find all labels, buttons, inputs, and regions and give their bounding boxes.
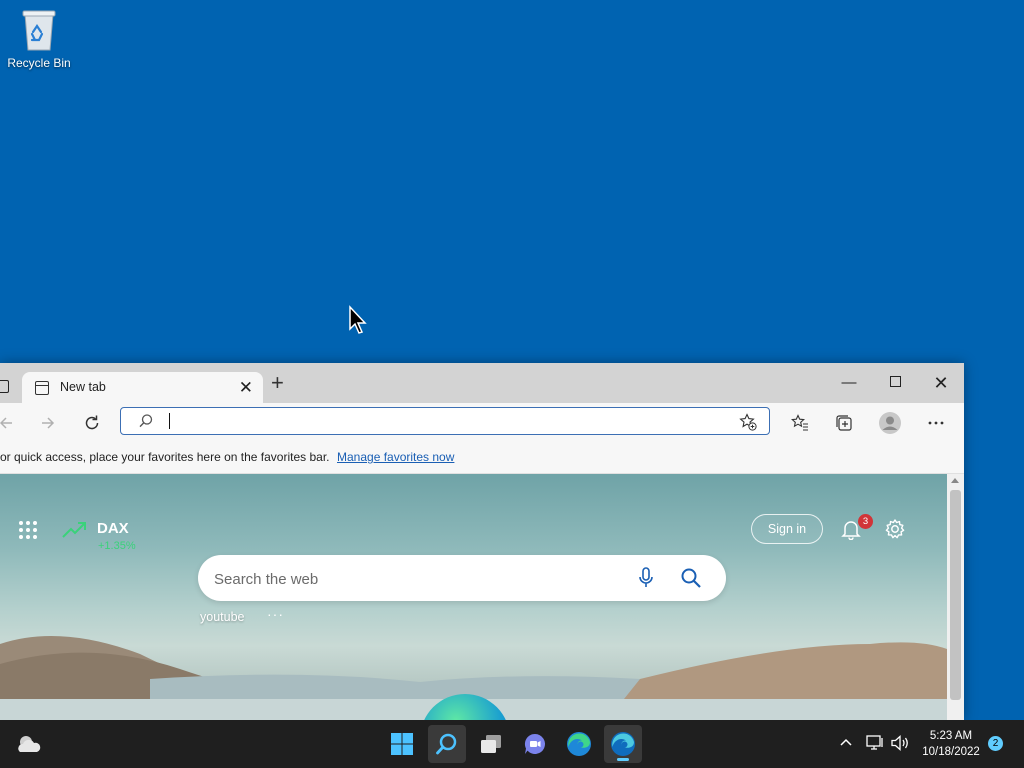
back-button[interactable] <box>0 409 20 437</box>
speaker-icon <box>891 735 908 751</box>
running-indicator <box>617 758 629 761</box>
desktop-icon-label: Recycle Bin <box>7 56 71 70</box>
refresh-icon <box>85 415 99 430</box>
sign-in-button[interactable]: Sign in <box>751 514 823 544</box>
back-arrow-icon <box>0 417 12 429</box>
clock-time: 5:23 AM <box>929 730 973 742</box>
notification-center-badge[interactable]: 2 <box>988 736 1003 751</box>
favorites-bar: or quick access, place your favorites he… <box>0 443 964 474</box>
teams-chat-button[interactable] <box>516 725 554 763</box>
close-window-button[interactable]: ✕ <box>921 371 961 395</box>
show-hidden-icons-button[interactable] <box>838 734 854 755</box>
edge-taskbar-button[interactable] <box>560 725 598 763</box>
forward-arrow-icon <box>42 417 55 429</box>
collections-button[interactable] <box>830 409 858 437</box>
tab-title: New tab <box>60 380 106 394</box>
maximize-button[interactable] <box>875 371 915 395</box>
tab-new-tab[interactable]: New tab ✕ <box>22 372 263 403</box>
refresh-button[interactable] <box>78 409 106 437</box>
edge-dev-icon <box>611 732 635 756</box>
search-icon <box>436 733 457 755</box>
gear-icon <box>885 519 905 539</box>
add-favorite-icon[interactable] <box>739 413 757 431</box>
new-tab-page: DAX +1.35% Sign in 3 youtube ··· <box>0 474 947 720</box>
search-icon <box>139 414 153 428</box>
avatar-icon <box>879 412 901 434</box>
clock-date: 10/18/2022 <box>922 746 980 758</box>
page-scrollbar[interactable] <box>947 474 964 720</box>
weather-cloud-icon <box>18 736 41 752</box>
mouse-cursor-icon <box>349 305 367 334</box>
taskbar-search-button[interactable] <box>428 725 466 763</box>
edge-dev-taskbar-button[interactable] <box>604 725 642 763</box>
app-grid-icon <box>19 521 37 539</box>
search-submit-icon[interactable] <box>680 567 702 589</box>
taskbar: 5:23 AM 10/18/2022 2 <box>0 720 1024 768</box>
favorites-star-icon <box>791 414 808 431</box>
address-bar[interactable] <box>120 407 770 435</box>
task-view-icon <box>481 735 501 753</box>
ticker-name: DAX <box>97 520 129 537</box>
maximize-icon <box>889 376 901 387</box>
quick-links-more-button[interactable]: ··· <box>267 606 284 622</box>
web-search-box <box>198 555 726 601</box>
notifications-button[interactable]: 3 <box>840 514 873 545</box>
page-icon <box>35 381 49 395</box>
tab-actions-icon[interactable] <box>0 380 9 393</box>
favorites-button[interactable] <box>786 409 814 437</box>
desktop-icon-recycle-bin[interactable]: Recycle Bin <box>6 8 72 70</box>
scrollbar-thumb[interactable] <box>950 490 961 700</box>
browser-toolbar <box>0 403 964 443</box>
edge-icon <box>567 732 591 756</box>
forward-button[interactable] <box>34 409 62 437</box>
windows-logo-icon <box>391 733 413 755</box>
volume-button[interactable] <box>890 734 910 757</box>
taskbar-clock[interactable]: 5:23 AM 10/18/2022 <box>916 728 986 760</box>
browser-window: New tab ✕ + — ✕ or quick access, place y… <box>0 363 964 720</box>
scroll-up-arrow-icon[interactable] <box>951 478 959 483</box>
weather-widget-button[interactable] <box>16 733 42 760</box>
quick-link-youtube[interactable]: youtube <box>200 610 244 624</box>
collections-icon <box>836 415 852 431</box>
network-icon <box>866 735 883 750</box>
page-settings-button[interactable] <box>884 518 906 545</box>
new-tab-button[interactable]: + <box>271 371 284 395</box>
manage-favorites-link[interactable]: Manage favorites now <box>337 450 454 464</box>
profile-button[interactable] <box>876 409 904 437</box>
start-button[interactable] <box>383 725 421 763</box>
apps-launcher-button[interactable] <box>18 520 38 545</box>
more-dots-icon <box>928 421 944 425</box>
ticker-change: +1.35% <box>98 540 136 552</box>
recycle-bin-icon <box>22 10 56 51</box>
stock-ticker[interactable]: DAX +1.35% <box>62 518 136 552</box>
minimize-button[interactable]: — <box>829 371 869 395</box>
chevron-up-icon <box>840 738 852 746</box>
notification-badge: 3 <box>858 514 873 529</box>
trend-up-icon <box>62 522 86 538</box>
web-search-input[interactable] <box>212 565 616 593</box>
close-tab-icon[interactable]: ✕ <box>239 378 253 398</box>
network-status-button[interactable] <box>866 734 884 757</box>
text-caret <box>169 413 170 429</box>
more-menu-button[interactable] <box>922 409 950 437</box>
tab-bar: New tab ✕ + — ✕ <box>0 363 964 403</box>
task-view-button[interactable] <box>472 725 510 763</box>
microphone-icon[interactable] <box>636 567 656 589</box>
chat-icon <box>524 733 546 754</box>
favorites-bar-message: or quick access, place your favorites he… <box>0 450 330 464</box>
